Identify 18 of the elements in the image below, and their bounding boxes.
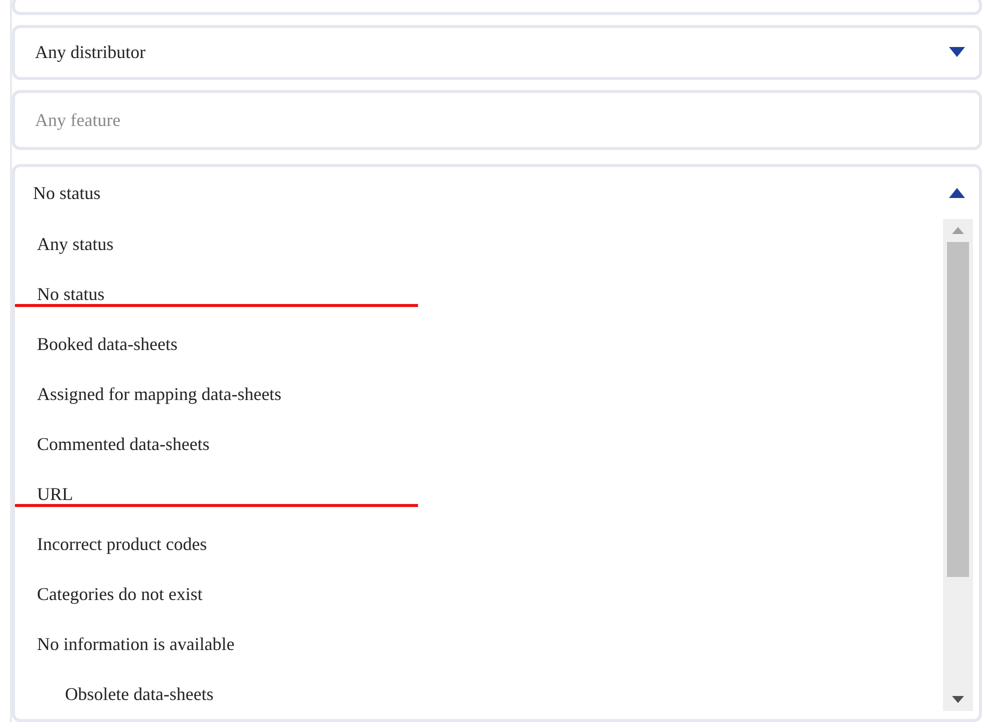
scrollbar-thumb[interactable] xyxy=(947,242,969,577)
status-option[interactable]: Commented data-sheets xyxy=(37,433,210,455)
status-option[interactable]: Obsolete data-sheets xyxy=(65,683,214,705)
status-option[interactable]: Incorrect product codes xyxy=(37,533,207,555)
feature-field[interactable]: Any feature xyxy=(12,90,982,150)
caret-down-icon xyxy=(949,47,965,58)
status-option[interactable]: Assigned for mapping data-sheets xyxy=(37,383,282,405)
status-option[interactable]: No information is available xyxy=(37,633,234,655)
scroll-up-icon[interactable] xyxy=(952,227,964,234)
scroll-down-icon[interactable] xyxy=(952,696,964,703)
status-option[interactable]: Categories do not exist xyxy=(37,583,202,605)
status-option[interactable]: No status xyxy=(37,283,104,305)
status-select[interactable]: No status xyxy=(15,167,979,219)
status-option[interactable]: URL xyxy=(37,483,73,505)
status-option[interactable]: Any status xyxy=(37,233,114,255)
status-option[interactable]: Booked data-sheets xyxy=(37,333,178,355)
distributor-select[interactable]: Any distributor xyxy=(12,24,982,80)
caret-up-icon xyxy=(949,188,965,198)
